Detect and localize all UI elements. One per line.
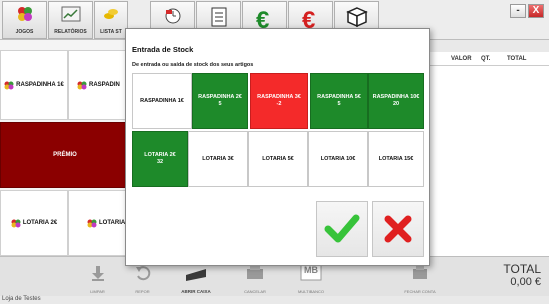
total-label: TOTAL: [503, 262, 541, 276]
product-label: PRÉMIO: [53, 152, 77, 158]
cash-drawer-icon: [186, 269, 206, 281]
stock-item-raspadinha-3[interactable]: RASPADINHA 3€ -2: [250, 73, 308, 129]
toolbar-relatorios-button[interactable]: RELATÓRIOS: [48, 1, 93, 39]
column-total: TOTAL: [507, 55, 527, 62]
stock-item-lotaria-15[interactable]: LOTARIA 15€: [368, 131, 424, 187]
stock-item-raspadinha-1[interactable]: RASPADINHA 1€: [132, 73, 192, 129]
dialog-subtitle: De entrada ou saída de stock dos seus ar…: [132, 62, 254, 68]
limpar-button[interactable]: LIMPAR: [75, 257, 120, 297]
box-icon: [345, 7, 368, 28]
dialog-title: Entrada de Stock: [132, 45, 194, 54]
product-label: LOTARIA: [99, 220, 126, 226]
clover-icon: [17, 7, 32, 21]
toolbar-jogos-button[interactable]: JOGOS: [2, 1, 47, 39]
register-icon: [247, 266, 263, 279]
confirm-button[interactable]: [316, 201, 368, 257]
coins-icon: [104, 9, 118, 19]
stock-item-raspadinha-2[interactable]: RASPADINHA 2€ 5: [192, 73, 248, 129]
checklist-icon: [211, 7, 226, 27]
store-name: Loja de Testes: [2, 296, 41, 302]
stock-item-lotaria-3[interactable]: LOTARIA 3€: [188, 131, 248, 187]
cancel-dialog-button[interactable]: [372, 201, 424, 257]
product-label: RASPADINHA 1€: [16, 82, 64, 88]
product-raspadinha-2[interactable]: RASPADIN: [68, 50, 130, 120]
clock-icon: [165, 8, 180, 24]
chart-icon: [61, 6, 80, 22]
mb-logo-text: MB: [304, 265, 318, 275]
product-lotaria-2[interactable]: LOTARIA 2€: [0, 190, 68, 256]
clover-icon: [11, 219, 21, 227]
toolbar-lista-stock-button[interactable]: LISTA ST: [94, 1, 128, 39]
stock-entry-dialog: Entrada de Stock De entrada ou saída de …: [125, 28, 430, 266]
window-controls: - X: [510, 4, 544, 18]
clover-icon: [4, 81, 14, 89]
product-raspadinha-1[interactable]: RASPADINHA 1€: [0, 50, 68, 120]
close-window-button[interactable]: X: [528, 4, 544, 18]
undo-icon: [135, 266, 150, 281]
clover-icon: [77, 81, 87, 89]
minimize-button[interactable]: -: [510, 4, 526, 18]
stock-item-lotaria-2[interactable]: LOTARIA 2€ 32: [132, 131, 188, 187]
stock-item-raspadinha-5[interactable]: RASPADINHA 5€ 5: [310, 73, 368, 129]
column-valor: VALOR: [451, 55, 472, 62]
product-grid: RASPADINHA 1€ RASPADIN PRÉMIO LOTARIA 2€…: [0, 40, 130, 256]
cross-icon: [384, 215, 412, 243]
product-label: LOTARIA 2€: [22, 220, 58, 226]
total-value: 0,00 €: [510, 276, 541, 288]
product-label: RASPADIN: [89, 82, 120, 88]
total-box: TOTAL 0,00 €: [503, 262, 541, 288]
stock-item-raspadinha-10[interactable]: RASPADINHA 10€ 20: [368, 73, 424, 129]
product-premio[interactable]: PRÉMIO: [0, 122, 130, 188]
stock-item-lotaria-10[interactable]: LOTARIA 10€: [308, 131, 368, 187]
arrow-down-icon: [91, 266, 104, 281]
checkmark-icon: [324, 214, 360, 243]
product-lotaria-partial[interactable]: LOTARIA: [68, 190, 130, 256]
stock-item-lotaria-5[interactable]: LOTARIA 5€: [248, 131, 308, 187]
receipt-header: VALOR QT. TOTAL: [430, 52, 549, 66]
clover-icon: [87, 219, 97, 227]
receipt-list[interactable]: [430, 66, 549, 256]
column-qt: QT.: [481, 55, 491, 62]
